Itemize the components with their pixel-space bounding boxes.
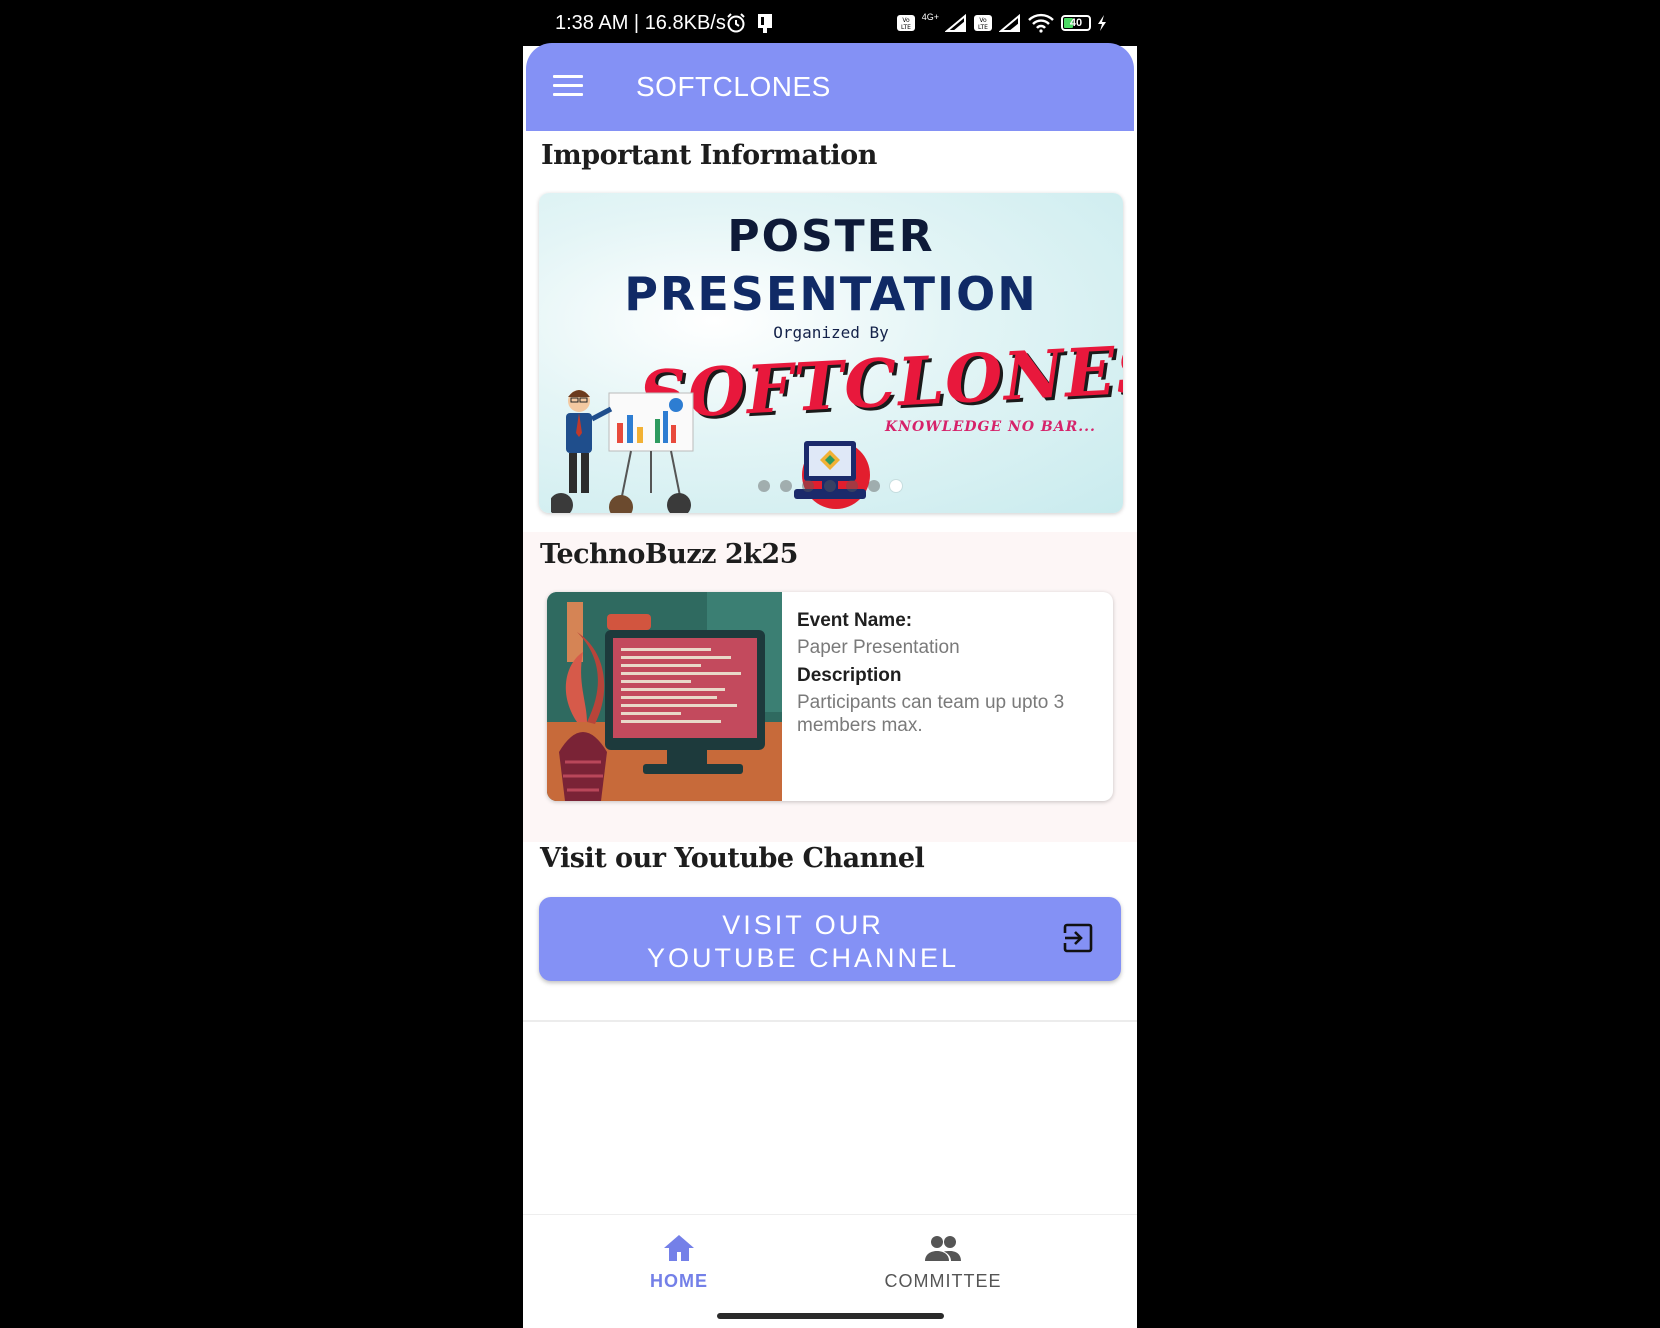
wifi-icon bbox=[1028, 13, 1054, 33]
carousel-dots bbox=[758, 480, 902, 492]
event-description-value: Participants can team up upto 3 members … bbox=[797, 692, 1065, 736]
svg-text:LTE: LTE bbox=[901, 24, 911, 31]
status-right-icons: Vo LTE 4G+ Vo LTE 40 bbox=[896, 12, 1107, 33]
youtube-heading: Visit our Youtube Channel bbox=[540, 843, 925, 874]
svg-text:LTE: LTE bbox=[978, 24, 988, 31]
retro-computer-illustration bbox=[547, 592, 782, 801]
nav-home-label: HOME bbox=[650, 1271, 708, 1291]
youtube-button-line1: VISIT OUR bbox=[722, 910, 884, 940]
signal-icon bbox=[945, 14, 966, 32]
youtube-button-label: VISIT OUR YOUTUBE CHANNEL bbox=[539, 909, 1067, 975]
event-name-value: Paper Presentation bbox=[797, 637, 960, 658]
volte-icon: Vo LTE bbox=[896, 15, 915, 31]
carousel-dot[interactable] bbox=[802, 480, 814, 492]
nav-committee[interactable]: COMMITTEE bbox=[853, 1233, 1033, 1292]
content-divider bbox=[523, 1020, 1137, 1022]
carousel-dot[interactable] bbox=[780, 480, 792, 492]
people-icon bbox=[925, 1236, 961, 1261]
technobuzz-heading: TechnoBuzz 2k25 bbox=[540, 539, 798, 570]
poster-tagline: KNOWLEDGE NO BAR... bbox=[885, 419, 1096, 435]
presenter-illustration bbox=[551, 390, 694, 513]
gesture-home-indicator[interactable] bbox=[717, 1313, 944, 1319]
carousel-dot[interactable] bbox=[758, 480, 770, 492]
carousel-dot[interactable] bbox=[824, 480, 836, 492]
nav-home[interactable]: HOME bbox=[589, 1233, 769, 1292]
important-info-heading: Important Information bbox=[541, 140, 877, 171]
alarm-icon bbox=[727, 13, 745, 33]
event-description-label: Description bbox=[797, 665, 902, 686]
svg-text:Vo: Vo bbox=[902, 17, 910, 24]
event-card[interactable]: Event Name: Paper Presentation Descripti… bbox=[547, 592, 1113, 801]
hamburger-menu-icon[interactable] bbox=[553, 75, 583, 97]
phone-screen: 1:38 AM | 16.8KB/s Vo LTE 4G+ Vo LTE 40 … bbox=[523, 0, 1137, 1328]
nav-committee-label: COMMITTEE bbox=[884, 1271, 1002, 1291]
status-time: 1:38 AM | 16.8KB/s bbox=[555, 12, 726, 34]
battery-icon: 40 bbox=[1061, 15, 1091, 31]
event-image bbox=[547, 592, 782, 801]
app-title: SOFTCLONES bbox=[636, 71, 831, 102]
carousel-dot[interactable] bbox=[846, 480, 858, 492]
poster-carousel[interactable]: POSTER PRESENTATION Organized By SOFTCLO… bbox=[539, 193, 1123, 513]
network-type-label: 4G+ bbox=[921, 12, 939, 22]
exit-to-app-icon bbox=[1063, 923, 1093, 953]
charging-icon bbox=[1098, 15, 1106, 31]
event-details: Event Name: Paper Presentation Descripti… bbox=[797, 610, 1097, 743]
app-bar: SOFTCLONES bbox=[526, 43, 1134, 131]
sim-icon bbox=[758, 14, 772, 33]
home-icon bbox=[664, 1235, 694, 1261]
svg-text:Vo: Vo bbox=[979, 17, 987, 24]
volte-icon-2: Vo LTE bbox=[974, 15, 992, 31]
visit-youtube-button[interactable]: VISIT OUR YOUTUBE CHANNEL bbox=[539, 897, 1121, 981]
carousel-dot-active[interactable] bbox=[890, 480, 902, 492]
signal-icon-2 bbox=[999, 14, 1020, 32]
poster-line1: POSTER bbox=[727, 211, 935, 262]
battery-level: 40 bbox=[1069, 17, 1083, 29]
computer-illustration bbox=[794, 441, 870, 509]
youtube-button-line2: YOUTUBE CHANNEL bbox=[646, 943, 960, 973]
bottom-navigation: HOME COMMITTEE bbox=[523, 1214, 1137, 1328]
event-name-label: Event Name: bbox=[797, 610, 913, 631]
poster-line2: PRESENTATION bbox=[624, 267, 1038, 321]
status-bar: 1:38 AM | 16.8KB/s Vo LTE 4G+ Vo LTE 40 bbox=[523, 0, 1137, 46]
status-left-icons bbox=[725, 12, 775, 34]
carousel-dot[interactable] bbox=[868, 480, 880, 492]
